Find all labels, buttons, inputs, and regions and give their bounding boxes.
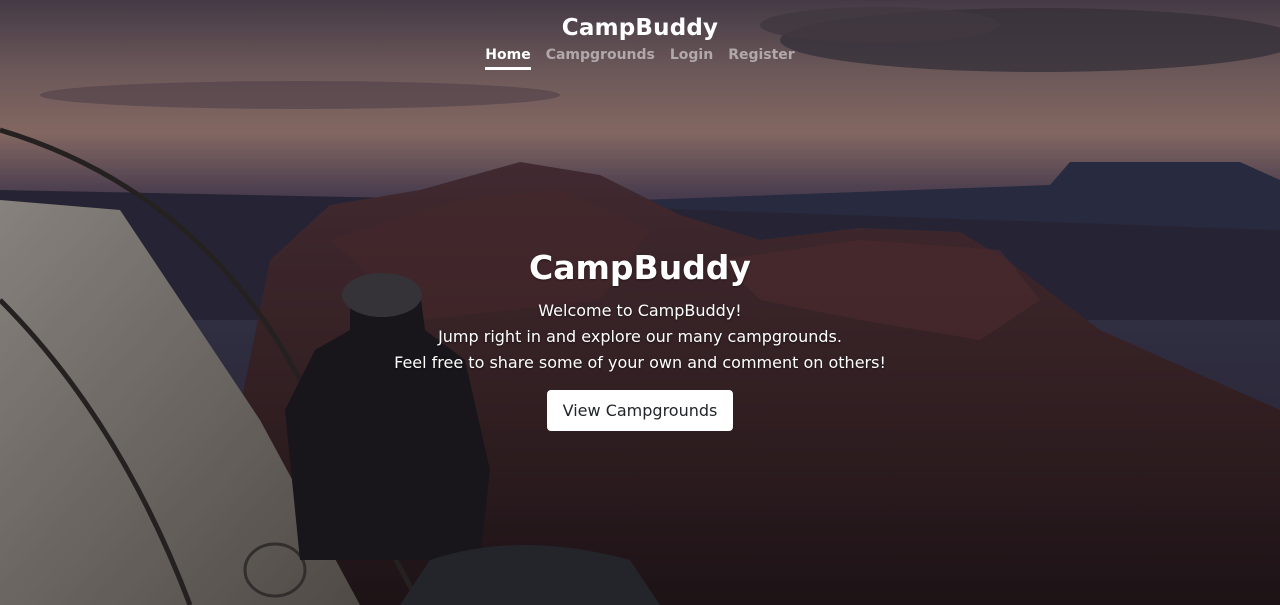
nav-link-login[interactable]: Login	[670, 47, 713, 70]
hero-explore-text: Jump right in and explore our many campg…	[438, 327, 842, 346]
nav-link-campgrounds[interactable]: Campgrounds	[546, 47, 655, 70]
main-nav: Home Campgrounds Login Register	[0, 47, 1280, 70]
nav-link-home[interactable]: Home	[485, 47, 531, 70]
hero-share-text: Feel free to share some of your own and …	[394, 353, 886, 372]
view-campgrounds-button[interactable]: View Campgrounds	[546, 390, 734, 431]
landing-page: CampBuddy Home Campgrounds Login Registe…	[0, 0, 1280, 605]
nav-link-register[interactable]: Register	[728, 47, 795, 70]
hero-title: CampBuddy	[529, 248, 751, 287]
hero-welcome-text: Welcome to CampBuddy!	[538, 301, 742, 320]
masthead: CampBuddy Home Campgrounds Login Registe…	[0, 12, 1280, 70]
brand-title: CampBuddy	[561, 15, 719, 41]
hero-section: CampBuddy Welcome to CampBuddy! Jump rig…	[0, 246, 1280, 431]
